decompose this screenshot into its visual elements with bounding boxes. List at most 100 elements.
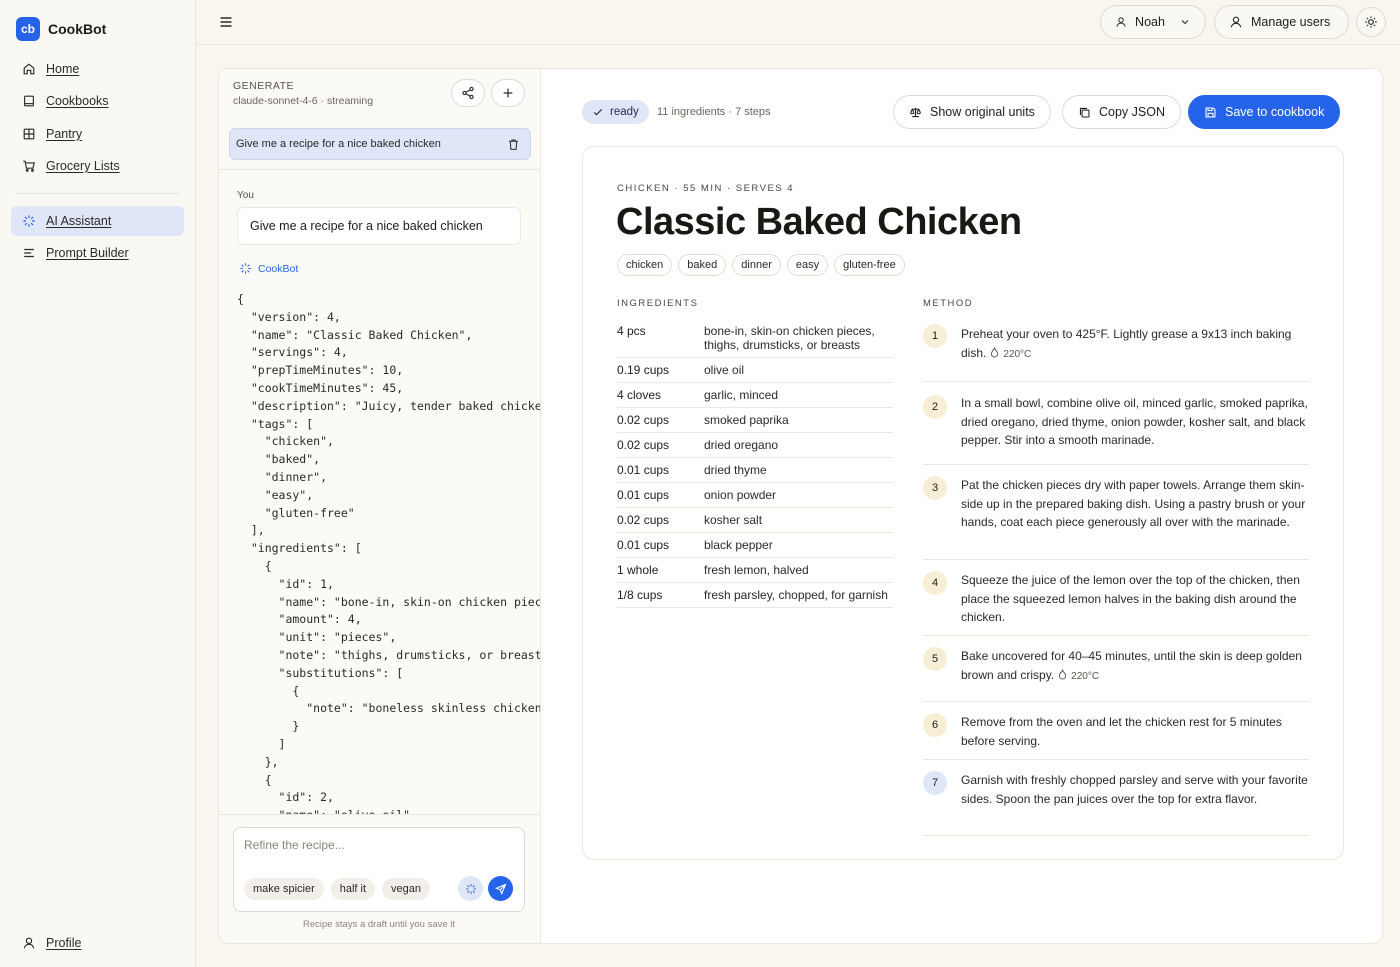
temperature-value: 220°C <box>1003 348 1032 360</box>
recipe-tag: gluten-free <box>834 254 905 276</box>
ingredients-list: 4 pcs bone-in, skin-on chicken pieces, th… <box>617 319 893 608</box>
menu-toggle-button[interactable] <box>218 14 234 30</box>
ingredient-amount: 4 cloves <box>617 388 662 402</box>
step-body: Bake uncovered for 40–45 minutes, until … <box>961 636 1309 689</box>
ingredient-name: onion powder <box>704 488 777 502</box>
ingredient-name: bone-in, skin-on chicken pieces, thighs,… <box>704 324 875 352</box>
ingredient-row: 0.02 cups smoked paprika <box>617 408 893 433</box>
send-button[interactable] <box>488 876 513 901</box>
ingredient-row: 1/8 cups fresh parsley, chopped, for garn… <box>617 583 893 608</box>
sidebar: cb CookBot Home Cookbooks Pantry Grocery… <box>0 0 196 967</box>
ingredient-amount: 0.02 cups <box>617 513 670 527</box>
grid-icon <box>23 128 35 139</box>
status-badge: ready <box>582 100 649 124</box>
active-prompt[interactable]: Give me a recipe for a nice baked chicke… <box>229 128 531 160</box>
sidebar-item-profile[interactable]: Profile <box>11 928 184 958</box>
sparkle-icon <box>240 263 251 274</box>
ingredient-amount: 1/8 cups <box>617 588 663 602</box>
sidebar-item-label: Grocery Lists <box>46 158 120 173</box>
method-step: 3 Pat the chicken pieces dry with paper … <box>923 465 1309 560</box>
refine-input[interactable] <box>244 838 514 852</box>
theme-toggle-button[interactable] <box>1356 7 1386 37</box>
trash-icon[interactable] <box>507 138 520 151</box>
step-number: 6 <box>923 713 947 737</box>
app-logo: cb <box>16 17 40 41</box>
new-chat-button[interactable] <box>491 79 525 107</box>
recipe-tag: chicken <box>617 254 673 276</box>
sidebar-item-home[interactable]: Home <box>11 54 184 84</box>
share-icon <box>462 86 474 100</box>
step-text: Garnish with freshly chopped parsley and… <box>961 773 1308 806</box>
recipe-tag: baked <box>678 254 727 276</box>
step-number: 5 <box>923 647 947 671</box>
top-bar: Noah Manage users <box>196 0 1400 45</box>
check-icon <box>593 108 603 116</box>
divider <box>219 169 540 170</box>
method-step: 4 Squeeze the juice of the lemon over th… <box>923 560 1309 636</box>
method-step: 5 Bake uncovered for 40–45 minutes, unti… <box>923 636 1309 702</box>
model-info: claude-sonnet-4-6 · streaming <box>233 95 374 107</box>
ai-assist-button[interactable] <box>458 876 483 901</box>
sidebar-item-grocery-lists[interactable]: Grocery Lists <box>11 151 184 181</box>
brand[interactable]: cb CookBot <box>16 17 106 41</box>
save-to-cookbook-button[interactable]: Save to cookbook <box>1188 95 1341 129</box>
chevron-down-icon <box>1181 20 1189 25</box>
ingredient-name: kosher salt <box>704 513 763 527</box>
ingredient-name: garlic, minced <box>704 388 779 402</box>
ingredient-row: 4 cloves garlic, minced <box>617 383 893 408</box>
step-number: 1 <box>923 324 947 348</box>
step-body: Preheat your oven to 425°F. Lightly grea… <box>961 319 1309 369</box>
ingredient-row: 0.02 cups dried oregano <box>617 433 893 458</box>
divider <box>219 814 540 815</box>
share-button[interactable] <box>451 79 485 107</box>
sun-icon <box>1365 16 1377 28</box>
temperature-note: 220°C <box>990 346 1032 360</box>
sparkle-icon <box>465 883 476 894</box>
flame-icon <box>991 346 999 357</box>
ingredient-amount: 4 pcs <box>617 324 646 338</box>
user-icon <box>23 937 35 949</box>
suggestion-chip[interactable]: half it <box>330 878 376 900</box>
step-text: Bake uncovered for 40–45 minutes, until … <box>961 649 1302 682</box>
sidebar-item-label: Profile <box>46 936 82 950</box>
ingredient-name: olive oil <box>704 363 745 377</box>
sparkle-icon <box>23 215 35 227</box>
profile-nav: Profile <box>11 928 184 960</box>
user-menu-button[interactable]: Noah <box>1100 5 1206 39</box>
suggestion-chip[interactable]: vegan <box>382 878 431 900</box>
sidebar-item-cookbooks[interactable]: Cookbooks <box>11 86 184 116</box>
sidebar-item-label: Pantry <box>46 126 83 141</box>
ingredient-row: 0.01 cups onion powder <box>617 483 893 508</box>
ingredient-row: 0.01 cups black pepper <box>617 533 893 558</box>
ingredient-name: smoked paprika <box>704 413 789 427</box>
temperature-value: 220°C <box>1071 670 1100 682</box>
user-icon <box>1230 16 1242 28</box>
method-step: 6 Remove from the oven and let the chick… <box>923 702 1309 760</box>
temperature-note: 220°C <box>1058 668 1100 682</box>
manage-users-button[interactable]: Manage users <box>1214 5 1349 39</box>
sidebar-item-prompt-builder[interactable]: Prompt Builder <box>11 238 184 268</box>
ingredient-name: dried thyme <box>704 463 767 477</box>
ingredient-amount: 0.02 cups <box>617 413 670 427</box>
show-original-units-button[interactable]: Show original units <box>893 95 1051 129</box>
ingredient-row: 0.02 cups kosher salt <box>617 508 893 533</box>
copy-json-button[interactable]: Copy JSON <box>1062 95 1181 129</box>
recipe-tag: dinner <box>732 254 781 276</box>
ingredient-name: black pepper <box>704 538 773 552</box>
method-step: 7 Garnish with freshly chopped parsley a… <box>923 760 1309 836</box>
bot-name: CookBot <box>258 262 299 275</box>
sidebar-item-ai-assistant[interactable]: AI Assistant <box>11 205 184 236</box>
sidebar-item-pantry[interactable]: Pantry <box>11 119 184 149</box>
ingredient-amount: 0.01 cups <box>617 538 670 552</box>
active-prompt-text: Give me a recipe for a nice baked chicke… <box>236 138 441 150</box>
ingredient-name: fresh lemon, halved <box>704 563 809 577</box>
hamburger-icon <box>220 17 232 27</box>
lines-icon <box>24 249 34 258</box>
chat-header: GENERATE claude-sonnet-4-6 · streaming <box>233 80 373 107</box>
recipe-meta: 11 ingredients · 7 steps <box>657 106 771 118</box>
section-label: GENERATE <box>233 80 294 92</box>
suggestion-chip[interactable]: make spicier <box>244 878 324 900</box>
show-units-label: Show original units <box>930 105 1035 119</box>
ingredient-name: fresh parsley, chopped, for garnish <box>704 588 888 602</box>
ingredient-row: 0.01 cups dried thyme <box>617 458 893 483</box>
